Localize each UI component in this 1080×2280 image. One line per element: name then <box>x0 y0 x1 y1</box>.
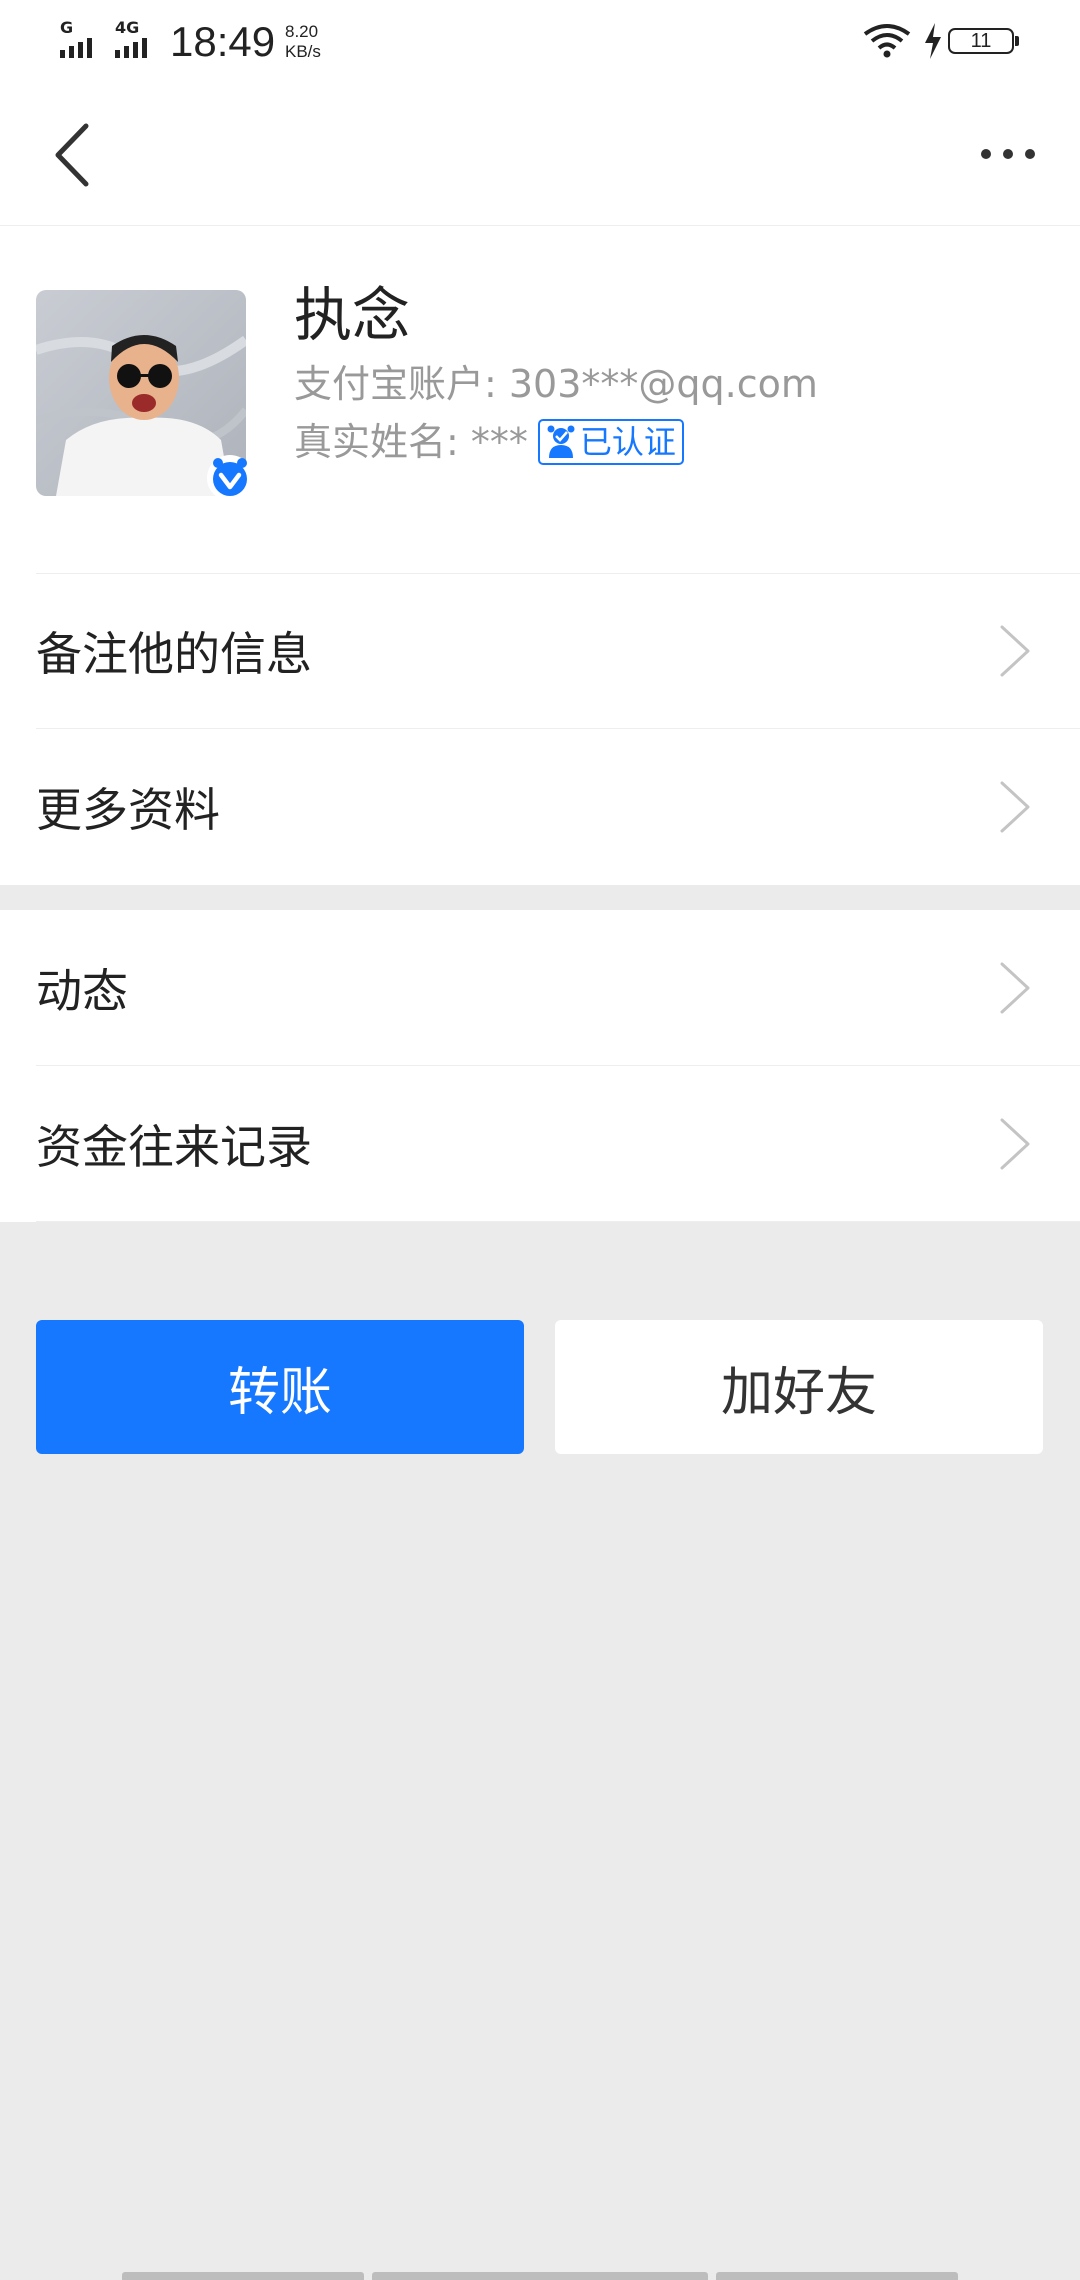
profile-list-1: 备注他的信息 更多资料 <box>0 573 1080 885</box>
list-item-label: 更多资料 <box>36 783 220 837</box>
verified-tag[interactable]: 已认证 <box>537 419 684 465</box>
profile-card: 执念 支付宝账户: 303***@qq.com 真实姓名: *** 已认证 <box>0 226 1080 573</box>
list-item-more-info[interactable]: 更多资料 <box>0 729 1080 885</box>
network-speed-unit: KB/s <box>285 42 321 61</box>
chevron-right-icon <box>1000 625 1030 677</box>
add-friend-button[interactable]: 加好友 <box>555 1320 1043 1454</box>
divider <box>36 1221 1080 1222</box>
transfer-button[interactable]: 转账 <box>36 1320 524 1454</box>
network-type-2: 4G <box>115 18 140 37</box>
chevron-left-icon[interactable] <box>50 122 94 188</box>
verified-badge-icon <box>207 455 253 501</box>
real-name: 真实姓名: *** <box>294 420 528 464</box>
list-item-remark[interactable]: 备注他的信息 <box>0 573 1080 729</box>
gesture-bar-segment <box>122 2272 364 2280</box>
list-item-label: 资金往来记录 <box>36 1120 312 1174</box>
network-speed-value: 8.20 <box>285 22 319 41</box>
list-item-label: 动态 <box>36 964 128 1018</box>
status-bar: G 4G 18:49 8.20 KB/s 11 <box>0 0 1080 82</box>
chevron-right-icon <box>1000 1118 1030 1170</box>
profile-list-2: 动态 资金往来记录 <box>0 910 1080 1222</box>
profile-name: 执念 <box>294 281 411 349</box>
network-type-1: G <box>60 18 74 37</box>
verified-label: 已认证 <box>579 423 676 461</box>
real-name-row: 真实姓名: *** 已认证 <box>294 418 684 466</box>
network-speed: 8.20 KB/s <box>285 22 321 62</box>
wifi-icon <box>863 24 911 58</box>
more-horizontal-icon[interactable] <box>978 142 1038 166</box>
top-nav-bar <box>0 82 1080 226</box>
list-item-moments[interactable]: 动态 <box>0 910 1080 1066</box>
alipay-account: 支付宝账户: 303***@qq.com <box>294 362 818 406</box>
signal-icon <box>60 38 92 58</box>
list-item-label: 备注他的信息 <box>36 627 312 681</box>
chevron-right-icon <box>1000 962 1030 1014</box>
gesture-bar-segment <box>716 2272 958 2280</box>
charging-icon <box>925 23 941 59</box>
chevron-right-icon <box>1000 781 1030 833</box>
list-item-transaction-records[interactable]: 资金往来记录 <box>0 1066 1080 1222</box>
clock: 18:49 <box>170 18 276 65</box>
gesture-bar-segment <box>372 2272 708 2280</box>
certified-person-icon <box>547 425 575 458</box>
signal-icon <box>115 38 147 58</box>
battery-icon: 11 <box>948 28 1019 54</box>
